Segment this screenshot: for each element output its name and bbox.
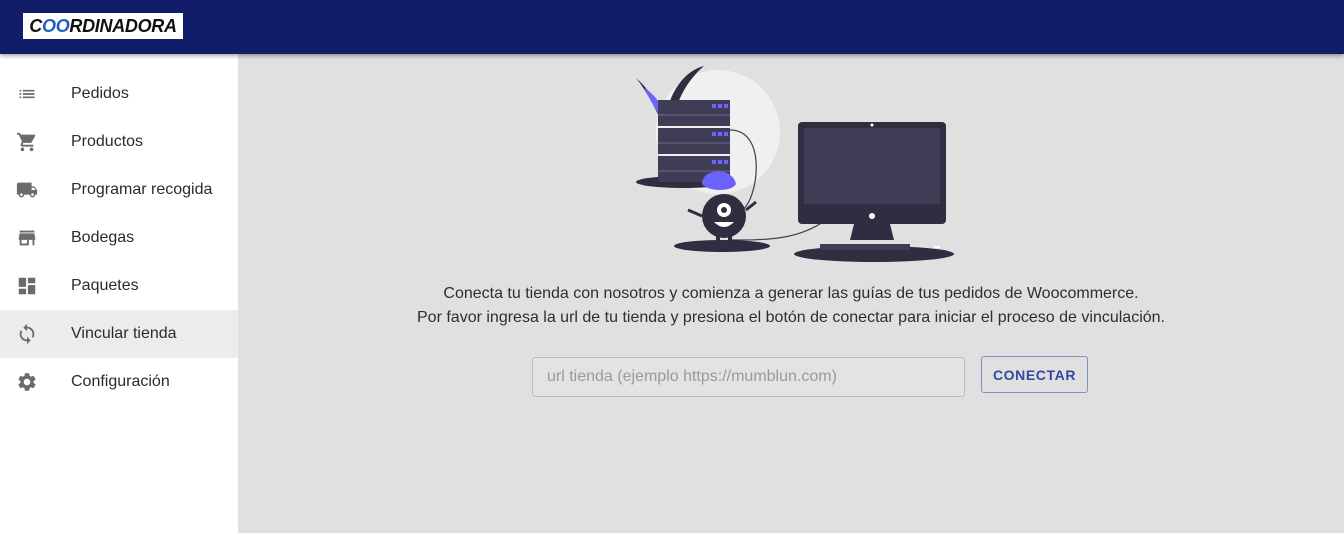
cart-icon [16,131,38,153]
sidebar: Pedidos Productos Programar recogida Bod… [0,54,238,533]
server-monitor-illustration [636,66,954,262]
logo-text-prefix: C [29,15,42,36]
main-content: Conecta tu tienda con nosotros y comienz… [238,54,1344,533]
sidebar-item-label: Bodegas [71,229,135,246]
sidebar-item-label: Programar recogida [71,181,213,198]
sidebar-item-pedidos[interactable]: Pedidos [0,70,238,118]
connect-store-message: Conecta tu tienda con nosotros y comienz… [238,282,1344,330]
sidebar-item-productos[interactable]: Productos [0,118,238,166]
sidebar-item-label: Pedidos [71,85,129,102]
store-url-input[interactable] [532,357,965,397]
sidebar-item-label: Productos [71,133,144,150]
connect-button[interactable]: CONECTAR [981,356,1088,393]
logo-text-suffix: RDINADORA [69,15,177,36]
coordinadora-logo[interactable]: C OO RDINADORA [23,13,183,39]
sidebar-item-label: Vincular tienda [71,325,177,342]
sidebar-item-label: Paquetes [71,277,139,294]
message-line-2: Por favor ingresa la url de tu tienda y … [417,309,1165,326]
sidebar-item-paquetes[interactable]: Paquetes [0,262,238,310]
sidebar-item-configuracion[interactable]: Configuración [0,358,238,406]
dashboard-icon [16,275,38,297]
sidebar-item-label: Configuración [71,373,170,390]
list-icon [16,83,38,105]
sidebar-item-vincular-tienda[interactable]: Vincular tienda [0,310,238,358]
logo-text-oo: OO [42,15,70,36]
store-icon [16,227,38,249]
sidebar-item-bodegas[interactable]: Bodegas [0,214,238,262]
top-app-bar: C OO RDINADORA [0,0,1344,54]
message-line-1: Conecta tu tienda con nosotros y comienz… [443,285,1139,302]
gear-icon [16,371,38,393]
sync-icon [16,323,38,345]
sidebar-item-programar-recogida[interactable]: Programar recogida [0,166,238,214]
truck-icon [16,179,38,201]
